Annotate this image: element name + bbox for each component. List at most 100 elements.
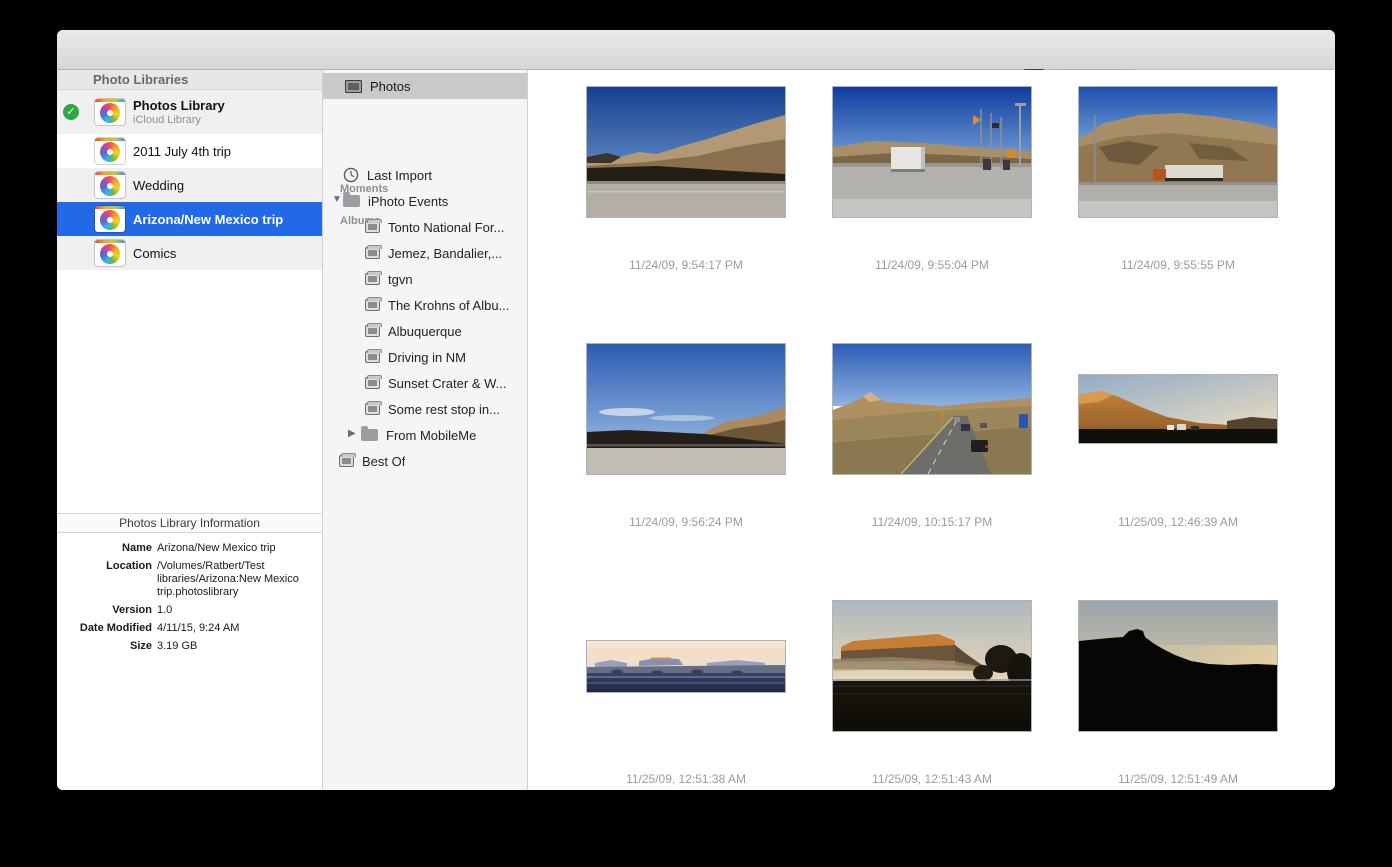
album-icon bbox=[365, 221, 380, 233]
albums-item-label: Photos bbox=[370, 79, 410, 94]
albums-item-driving-in-nm[interactable]: Driving in NM bbox=[323, 344, 527, 370]
photos-library-icon bbox=[95, 206, 125, 232]
albums-item-jemez[interactable]: Jemez, Bandalier,... bbox=[323, 240, 527, 266]
photo-timestamp: 11/25/09, 12:51:49 AM bbox=[1055, 772, 1301, 786]
album-icon bbox=[365, 299, 380, 311]
library-title: Comics bbox=[133, 246, 176, 261]
library-row-comics[interactable]: Comics bbox=[57, 236, 322, 270]
album-icon bbox=[339, 455, 354, 467]
albums-item-label: From MobileMe bbox=[386, 428, 476, 443]
albums-folder-from-mobileme[interactable]: ▶ From MobileMe bbox=[323, 422, 527, 448]
info-label: Date Modified bbox=[57, 622, 157, 635]
photo-thumbnail-4[interactable] bbox=[587, 344, 785, 474]
albums-folder-iphoto-events[interactable]: ▼ iPhoto Events bbox=[323, 188, 527, 214]
albums-item-some-rest-stop[interactable]: Some rest stop in... bbox=[323, 396, 527, 422]
photo-thumbnail-3[interactable] bbox=[1079, 87, 1277, 217]
info-value: 3.19 GB bbox=[157, 640, 322, 653]
photo-cell: 11/24/09, 10:15:17 PM bbox=[809, 344, 1055, 584]
desktop-background: + – bbox=[0, 0, 1392, 867]
library-row-arizona-new-mexico-trip[interactable]: Arizona/New Mexico trip bbox=[57, 202, 322, 236]
photo-cell: 11/24/09, 9:55:04 PM bbox=[809, 87, 1055, 327]
info-label: Size bbox=[57, 640, 157, 653]
library-title: 2011 July 4th trip bbox=[133, 144, 231, 159]
album-icon bbox=[365, 273, 380, 285]
photo-timestamp: 11/24/09, 10:15:17 PM bbox=[809, 515, 1055, 529]
photo-thumbnail-9[interactable] bbox=[1079, 601, 1277, 731]
photo-timestamp: 11/25/09, 12:46:39 AM bbox=[1055, 515, 1301, 529]
albums-item-albuquerque[interactable]: Albuquerque bbox=[323, 318, 527, 344]
albums-item-label: iPhoto Events bbox=[368, 194, 448, 209]
photo-cell: 11/24/09, 9:56:24 PM bbox=[563, 344, 809, 584]
photo-cell: 11/24/09, 9:55:55 PM bbox=[1055, 87, 1301, 327]
albums-item-label: Last Import bbox=[367, 168, 432, 183]
album-icon bbox=[365, 351, 380, 363]
albums-item-label: tgvn bbox=[388, 272, 413, 287]
photo-timestamp: 11/25/09, 12:51:38 AM bbox=[563, 772, 809, 786]
albums-panel: Photos Moments Albums Last Import ▼ iPho… bbox=[323, 70, 528, 790]
photo-cell: 11/24/09, 9:54:17 PM bbox=[563, 87, 809, 327]
albums-item-tonto[interactable]: Tonto National For... bbox=[323, 214, 527, 240]
albums-item-sunset-crater[interactable]: Sunset Crater & W... bbox=[323, 370, 527, 396]
photo-cell: 11/25/09, 12:51:38 AM bbox=[563, 601, 809, 790]
library-sidebar: Photo Libraries Photos Library iCloud Li… bbox=[57, 70, 323, 790]
info-label: Location bbox=[57, 560, 157, 599]
info-label: Version bbox=[57, 604, 157, 617]
library-info-panel: NameArizona/New Mexico trip Location/Vol… bbox=[57, 542, 322, 658]
library-title: Photos Library bbox=[133, 98, 225, 113]
photos-library-icon bbox=[95, 99, 125, 125]
albums-item-krohns[interactable]: The Krohns of Albu... bbox=[323, 292, 527, 318]
info-value: Arizona/New Mexico trip bbox=[157, 542, 322, 555]
photo-thumbnail-5[interactable] bbox=[833, 344, 1031, 474]
albums-item-best-of[interactable]: Best Of bbox=[323, 448, 527, 474]
folder-icon bbox=[361, 429, 378, 441]
album-icon bbox=[365, 403, 380, 415]
photo-timestamp: 11/24/09, 9:55:55 PM bbox=[1055, 258, 1301, 272]
disclosure-closed-icon[interactable]: ▶ bbox=[348, 428, 356, 439]
albums-item-last-import[interactable]: Last Import bbox=[323, 162, 527, 188]
info-value: 1.0 bbox=[157, 604, 322, 617]
info-label: Name bbox=[57, 542, 157, 555]
albums-item-photos[interactable]: Photos bbox=[323, 73, 527, 99]
info-value: /Volumes/Ratbert/Test libraries/Arizona:… bbox=[157, 560, 322, 599]
albums-item-label: Albuquerque bbox=[388, 324, 462, 339]
albums-item-label: The Krohns of Albu... bbox=[388, 298, 509, 313]
library-row-photos-library[interactable]: Photos Library iCloud Library bbox=[57, 90, 322, 134]
info-value: 4/11/15, 9:24 AM bbox=[157, 622, 322, 635]
albums-item-label: Sunset Crater & W... bbox=[388, 376, 507, 391]
library-row-2011-july-4th-trip[interactable]: 2011 July 4th trip bbox=[57, 134, 322, 168]
library-subtitle: iCloud Library bbox=[133, 114, 225, 126]
library-title: Arizona/New Mexico trip bbox=[133, 212, 283, 227]
library-row-wedding[interactable]: Wedding bbox=[57, 168, 322, 202]
album-icon bbox=[365, 377, 380, 389]
albums-item-label: Driving in NM bbox=[388, 350, 466, 365]
sidebar-header: Photo Libraries bbox=[57, 70, 322, 90]
photos-library-icon bbox=[95, 172, 125, 198]
album-icon bbox=[365, 247, 380, 259]
photos-library-icon bbox=[95, 138, 125, 164]
library-info-header: Photos Library Information bbox=[57, 513, 322, 533]
albums-item-label: Jemez, Bandalier,... bbox=[388, 246, 502, 261]
photo-thumbnail-1[interactable] bbox=[587, 87, 785, 217]
active-library-checkmark-icon bbox=[63, 104, 79, 120]
photo-thumbnail-8[interactable] bbox=[833, 601, 1031, 731]
photo-thumbnail-6[interactable] bbox=[1079, 375, 1277, 443]
photo-cell: 11/25/09, 12:46:39 AM bbox=[1055, 344, 1301, 584]
photos-library-icon bbox=[95, 240, 125, 266]
photo-thumbnail-2[interactable] bbox=[833, 87, 1031, 217]
photo-thumbnail-7[interactable] bbox=[587, 641, 785, 692]
photo-timestamp: 11/25/09, 12:51:43 AM bbox=[809, 772, 1055, 786]
albums-item-tgvn[interactable]: tgvn bbox=[323, 266, 527, 292]
photo-icon bbox=[345, 80, 362, 93]
photo-timestamp: 11/24/09, 9:55:04 PM bbox=[809, 258, 1055, 272]
photo-grid-area: 11/24/09, 9:54:17 PM bbox=[528, 70, 1335, 790]
albums-item-label: Some rest stop in... bbox=[388, 402, 500, 417]
toolbar bbox=[57, 30, 1335, 70]
photo-cell: 11/25/09, 12:51:49 AM bbox=[1055, 601, 1301, 790]
disclosure-open-icon[interactable]: ▼ bbox=[332, 194, 342, 205]
clock-icon bbox=[343, 167, 359, 183]
album-icon bbox=[365, 325, 380, 337]
photo-cell: 11/25/09, 12:51:43 AM bbox=[809, 601, 1055, 790]
albums-list: Last Import ▼ iPhoto Events Tonto Nation… bbox=[323, 162, 527, 474]
powerphotos-window: + – bbox=[57, 30, 1335, 790]
photo-timestamp: 11/24/09, 9:56:24 PM bbox=[563, 515, 809, 529]
